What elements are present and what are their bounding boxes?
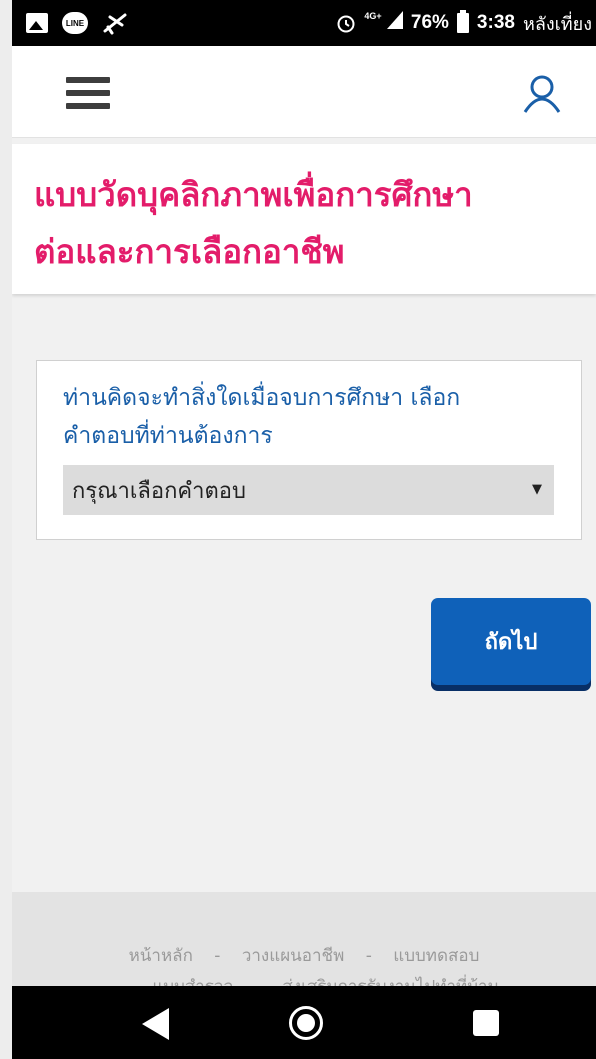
question-text: ท่านคิดจะทำสิ่งใดเมื่อจบการศึกษา เลือก ค… — [63, 379, 555, 455]
alarm-icon — [336, 13, 356, 33]
footer-links-row1: หน้าหลัก - วางแผนอาชีพ - แบบทดสอบ — [12, 942, 596, 969]
page-title-line1: แบบวัดบุคลิกภาพเพื่อการศึกษา — [34, 175, 473, 214]
site-header — [12, 46, 596, 138]
back-icon[interactable] — [142, 1008, 169, 1040]
airplane-notification-icon — [102, 11, 128, 35]
status-indicators: 4G+ 76% 3:38 หลังเที่ยง — [336, 9, 596, 38]
home-icon[interactable] — [289, 1006, 323, 1040]
title-card: แบบวัดบุคลิกภาพเพื่อการศึกษา ต่อและการเล… — [12, 144, 596, 294]
battery-icon — [456, 10, 469, 33]
next-button[interactable]: ถัดไป — [431, 598, 591, 685]
footer-separator: - — [365, 946, 372, 966]
menu-icon[interactable] — [66, 77, 110, 111]
question-line1: ท่านคิดจะทำสิ่งใดเมื่อจบการศึกษา เลือก — [63, 385, 461, 411]
signal-indicator: 4G+ — [364, 11, 403, 35]
answer-select-value: กรุณาเลือกคำตอบ — [72, 478, 246, 504]
footer-link-career-plan[interactable]: วางแผนอาชีพ — [242, 946, 344, 966]
footer-link-test[interactable]: แบบทดสอบ — [393, 946, 479, 966]
question-line2: คำตอบที่ท่านต้องการ — [63, 423, 273, 449]
line-app-icon: LINE — [62, 12, 88, 34]
site-footer: หน้าหลัก - วางแผนอาชีพ - แบบทดสอบ - แบบส… — [12, 892, 596, 997]
clock-time: 3:38 — [476, 12, 515, 33]
network-type: 4G+ — [364, 11, 382, 21]
navigation-bar — [12, 986, 596, 1059]
phone-screen: LINE 4G+ 76% 3:38 หลังเที่ยง แบบวัดบุคลิ… — [12, 0, 596, 1059]
image-notification-icon — [26, 13, 48, 33]
dropdown-arrow-icon: ▼ — [532, 482, 542, 497]
page-title: แบบวัดบุคลิกภาพเพื่อการศึกษา ต่อและการเล… — [34, 166, 596, 280]
status-bar: LINE 4G+ 76% 3:38 หลังเที่ยง — [12, 0, 596, 46]
answer-select[interactable]: กรุณาเลือกคำตอบ ▼ — [63, 465, 554, 515]
recent-apps-icon[interactable] — [473, 1010, 499, 1036]
footer-link-home[interactable]: หน้าหลัก — [129, 946, 193, 966]
clock-period: หลังเที่ยง — [522, 13, 592, 34]
footer-separator: - — [214, 946, 221, 966]
notification-icons: LINE — [12, 11, 128, 35]
question-card: ท่านคิดจะทำสิ่งใดเมื่อจบการศึกษา เลือก ค… — [36, 360, 582, 540]
page-title-line2: ต่อและการเลือกอาชีพ — [34, 232, 345, 271]
battery-percent: 76% — [410, 12, 449, 33]
signal-icon — [386, 11, 403, 29]
user-icon[interactable] — [520, 74, 564, 114]
